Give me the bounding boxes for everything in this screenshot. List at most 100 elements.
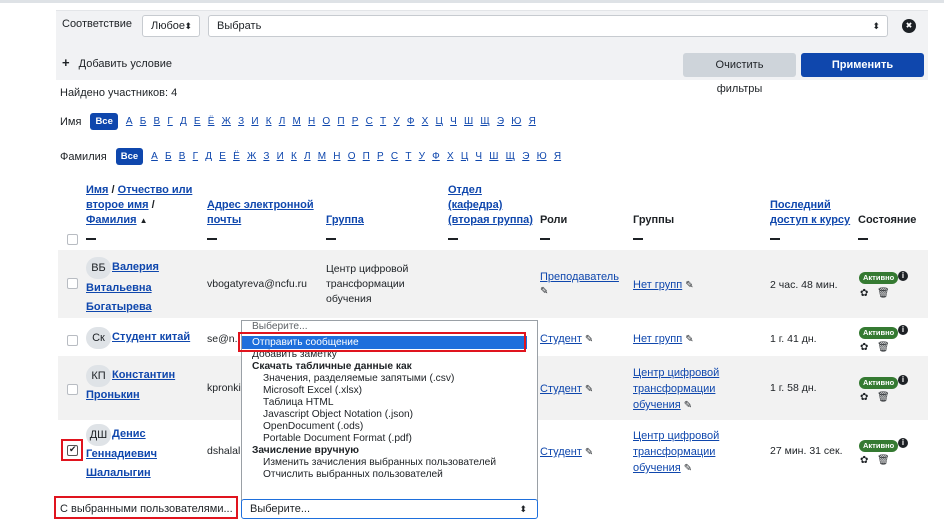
option-download-ods[interactable]: OpenDocument (.ods): [263, 421, 363, 433]
letter-link[interactable]: Д: [180, 116, 187, 127]
user-name-link[interactable]: Геннадиевич: [86, 444, 157, 464]
letter-link[interactable]: Д: [205, 151, 212, 162]
hide-column-icon[interactable]: [633, 238, 643, 240]
role-link[interactable]: Студент ✎: [540, 444, 593, 461]
trash-icon[interactable]: 🗑: [877, 288, 890, 299]
letter-link[interactable]: Х: [447, 151, 454, 162]
letter-link[interactable]: Ф: [432, 151, 440, 162]
info-icon[interactable]: i: [898, 325, 908, 335]
letter-link[interactable]: Л: [279, 116, 286, 127]
department-column-header[interactable]: Отдел (кафедра) (вторая группа): [448, 183, 533, 228]
gear-icon[interactable]: ✿: [860, 288, 868, 299]
letter-link[interactable]: Ё: [233, 151, 240, 162]
user-name-link[interactable]: Валерия: [112, 257, 159, 277]
letter-link[interactable]: З: [263, 151, 269, 162]
groups-link[interactable]: трансформации: [633, 444, 715, 460]
user-name-link[interactable]: Денис: [112, 424, 146, 444]
letter-link[interactable]: А: [126, 116, 133, 127]
trash-icon[interactable]: 🗑: [877, 455, 890, 466]
groups-link[interactable]: обучения ✎: [633, 460, 692, 477]
letter-link[interactable]: Ц: [461, 151, 468, 162]
hide-column-icon[interactable]: [326, 238, 336, 240]
letter-link[interactable]: З: [238, 116, 244, 127]
letter-link[interactable]: Ч: [450, 116, 457, 127]
letter-link[interactable]: К: [291, 151, 297, 162]
letter-link[interactable]: Ц: [436, 116, 443, 127]
role-link[interactable]: Студент ✎: [540, 381, 593, 398]
clear-filters-button[interactable]: Очистить фильтры: [683, 53, 796, 95]
letter-link[interactable]: Р: [352, 116, 359, 127]
letter-link[interactable]: Э: [497, 116, 504, 127]
user-name-link[interactable]: Витальевна: [86, 278, 152, 298]
option-unenrol-users[interactable]: Отчислить выбранных пользователей: [263, 469, 443, 481]
letter-link[interactable]: Щ: [506, 151, 515, 162]
last-access-column-header[interactable]: Последний доступ к курсу: [770, 198, 850, 228]
groups-link[interactable]: Нет групп ✎: [633, 331, 694, 348]
row-checkbox[interactable]: [67, 278, 78, 289]
letter-link[interactable]: И: [251, 116, 258, 127]
user-name-link[interactable]: Константин: [112, 365, 175, 385]
letter-link[interactable]: Ё: [208, 116, 215, 127]
letter-link[interactable]: Г: [193, 151, 198, 162]
sort-middle-name-link-2[interactable]: второе имя: [86, 199, 149, 211]
letter-link[interactable]: Щ: [480, 116, 489, 127]
apply-filters-button[interactable]: Применить фильтры: [801, 53, 924, 95]
letter-link[interactable]: Ж: [222, 116, 231, 127]
letter-link[interactable]: А: [151, 151, 158, 162]
letter-link[interactable]: Ф: [407, 116, 415, 127]
hide-column-icon[interactable]: [540, 238, 550, 240]
letter-link[interactable]: К: [266, 116, 272, 127]
user-name-link[interactable]: Пронькин: [86, 385, 140, 405]
role-link[interactable]: Студент ✎: [540, 331, 593, 348]
groups-link[interactable]: обучения ✎: [633, 397, 692, 414]
groups-link[interactable]: Центр цифровой: [633, 428, 719, 444]
letter-link[interactable]: Г: [167, 116, 172, 127]
info-icon[interactable]: i: [898, 375, 908, 385]
letter-link[interactable]: Я: [529, 116, 536, 127]
letter-link[interactable]: Ч: [475, 151, 482, 162]
gear-icon[interactable]: ✿: [860, 342, 868, 353]
option-edit-enrolments[interactable]: Изменить зачисления выбранных пользовате…: [263, 457, 496, 469]
dropdown-placeholder-option[interactable]: Выберите...: [252, 321, 308, 333]
pencil-icon[interactable]: ✎: [540, 286, 548, 297]
letter-link[interactable]: Ш: [464, 116, 473, 127]
letter-link[interactable]: Б: [165, 151, 172, 162]
letter-link[interactable]: Ж: [247, 151, 256, 162]
letter-link[interactable]: М: [318, 151, 326, 162]
letter-link[interactable]: П: [337, 116, 344, 127]
gear-icon[interactable]: ✿: [860, 392, 868, 403]
letter-link[interactable]: Б: [140, 116, 147, 127]
remove-condition-icon[interactable]: ✖: [902, 19, 916, 33]
letter-link[interactable]: В: [153, 116, 160, 127]
hide-column-icon[interactable]: [86, 238, 96, 240]
letter-link[interactable]: И: [277, 151, 284, 162]
letter-link[interactable]: Ю: [537, 151, 547, 162]
letter-link[interactable]: Э: [522, 151, 529, 162]
letter-link[interactable]: Е: [194, 116, 201, 127]
bulk-action-select[interactable]: Выберите... ⬍: [241, 499, 538, 519]
groups-link[interactable]: Нет групп ✎: [633, 277, 694, 294]
role-link[interactable]: Преподаватель: [540, 269, 619, 285]
hide-column-icon[interactable]: [207, 238, 217, 240]
user-name-link[interactable]: Богатырева: [86, 297, 152, 317]
letter-link[interactable]: Я: [554, 151, 561, 162]
letter-link[interactable]: Л: [304, 151, 311, 162]
letter-link[interactable]: Т: [405, 151, 411, 162]
letter-link[interactable]: М: [292, 116, 300, 127]
filter-type-select[interactable]: Выбрать ⬍: [208, 15, 888, 37]
letter-link[interactable]: В: [179, 151, 186, 162]
letter-link[interactable]: Т: [380, 116, 386, 127]
group-column-header[interactable]: Группа: [326, 213, 364, 228]
option-download-csv[interactable]: Значения, разделяемые запятыми (.csv): [263, 373, 454, 385]
option-download-pdf[interactable]: Portable Document Format (.pdf): [263, 433, 412, 445]
user-name-link[interactable]: Шалалыгин: [86, 463, 151, 483]
info-icon[interactable]: i: [898, 271, 908, 281]
letter-link[interactable]: Н: [333, 151, 340, 162]
match-select[interactable]: Любое ⬍: [142, 15, 200, 37]
user-name-link[interactable]: Студент китай: [112, 327, 190, 347]
row-checkbox[interactable]: [67, 335, 78, 346]
row-checkbox[interactable]: [67, 384, 78, 395]
option-download-html[interactable]: Таблица HTML: [263, 397, 334, 409]
letter-link[interactable]: О: [348, 151, 356, 162]
trash-icon[interactable]: 🗑: [877, 392, 890, 403]
